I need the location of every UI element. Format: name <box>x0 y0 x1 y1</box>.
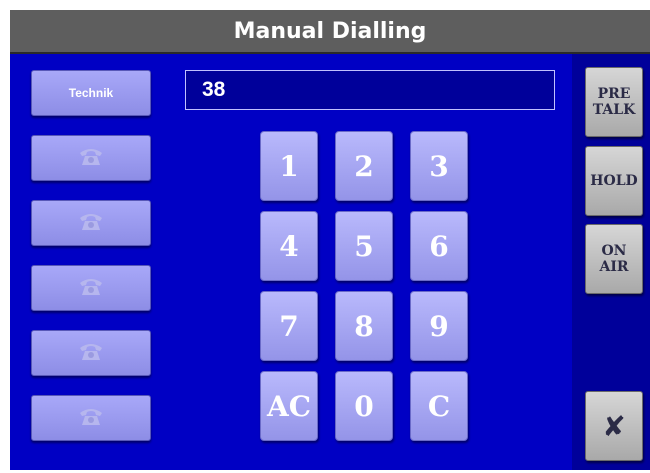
contact-slot-3[interactable] <box>31 200 151 246</box>
contact-slot-5[interactable] <box>31 330 151 376</box>
contact-slot-technik[interactable]: Technik <box>31 70 151 116</box>
key-label: 6 <box>429 229 449 263</box>
telephone-icon <box>78 210 104 236</box>
key-label: 8 <box>354 309 374 343</box>
key-8[interactable]: 8 <box>335 291 393 361</box>
contact-label: Technik <box>68 86 114 100</box>
telephone-icon <box>78 145 104 171</box>
key-9[interactable]: 9 <box>410 291 468 361</box>
key-label: 1 <box>279 149 299 183</box>
key-7[interactable]: 7 <box>260 291 318 361</box>
telephone-icon <box>78 340 104 366</box>
hold-button[interactable]: HOLD <box>585 146 643 216</box>
key-6[interactable]: 6 <box>410 211 468 281</box>
telephone-icon <box>78 405 104 431</box>
key-3[interactable]: 3 <box>410 131 468 201</box>
hold-label: HOLD <box>590 173 638 189</box>
key-4[interactable]: 4 <box>260 211 318 281</box>
contact-slot-4[interactable] <box>31 265 151 311</box>
on-air-label: ON AIR <box>599 243 629 275</box>
pre-talk-button[interactable]: PRE TALK <box>585 67 643 137</box>
key-label: AC <box>266 389 311 423</box>
key-2[interactable]: 2 <box>335 131 393 201</box>
key-label: 2 <box>354 149 374 183</box>
key-label: 5 <box>354 229 374 263</box>
key-1[interactable]: 1 <box>260 131 318 201</box>
telephone-icon <box>78 275 104 301</box>
close-icon: ✘ <box>602 409 626 443</box>
key-label: 0 <box>354 389 374 423</box>
contact-slot-6[interactable] <box>31 395 151 441</box>
key-label: 4 <box>279 229 299 263</box>
key-0[interactable]: 0 <box>335 371 393 441</box>
contact-slot-2[interactable] <box>31 135 151 181</box>
close-button[interactable]: ✘ <box>585 391 643 461</box>
key-label: 9 <box>429 309 449 343</box>
page-title: Manual Dialling <box>233 19 427 44</box>
dialled-number: 38 <box>202 78 226 101</box>
key-5[interactable]: 5 <box>335 211 393 281</box>
on-air-button[interactable]: ON AIR <box>585 224 643 294</box>
key-label: 7 <box>279 309 299 343</box>
dialer-screen: Manual Dialling Technik 38 1 2 3 4 5 6 7… <box>10 10 650 470</box>
key-label: C <box>427 389 451 423</box>
number-display: 38 <box>185 70 555 110</box>
key-label: 3 <box>429 149 449 183</box>
key-clear[interactable]: C <box>410 371 468 441</box>
key-all-clear[interactable]: AC <box>260 371 318 441</box>
pre-talk-label: PRE TALK <box>592 86 636 118</box>
title-bar: Manual Dialling <box>10 10 650 54</box>
